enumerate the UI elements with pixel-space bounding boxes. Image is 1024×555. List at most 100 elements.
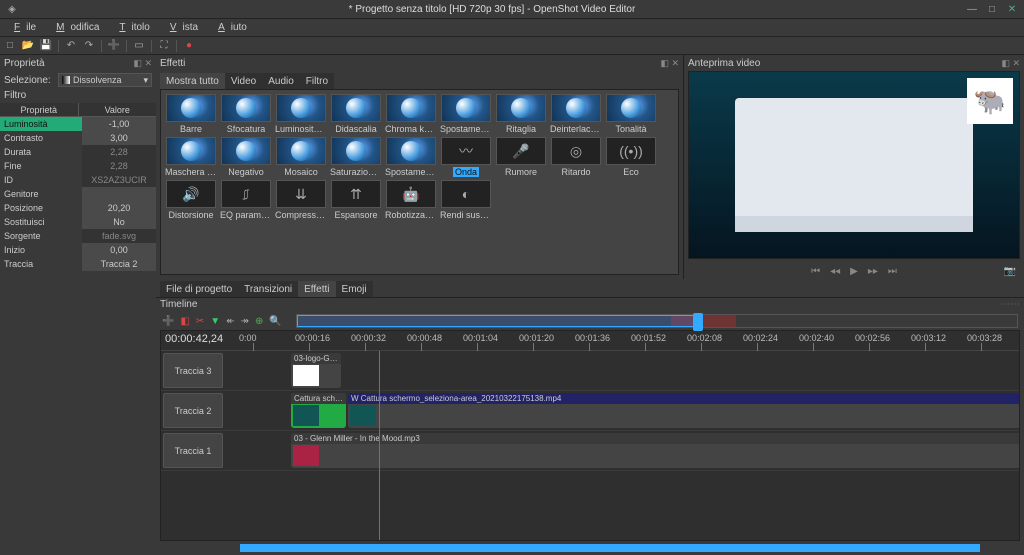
snapshot-button[interactable]: 📷 [1004, 266, 1016, 277]
property-value[interactable]: fade.svg [82, 229, 156, 243]
video-preview[interactable]: 🐃 [688, 71, 1020, 259]
property-row[interactable]: Durata2,28 [0, 145, 156, 159]
export-button[interactable]: ● [181, 39, 197, 53]
track-header[interactable]: Traccia 1 [163, 433, 223, 468]
effect-item[interactable]: Luminosità e... [275, 94, 327, 134]
property-value[interactable]: XS2AZ3UCIR [82, 173, 156, 187]
effects-tab[interactable]: Audio [262, 73, 300, 90]
maximize-button[interactable]: □ [985, 2, 999, 16]
property-value[interactable]: 2,28 [82, 159, 156, 173]
track-lane[interactable]: 03 - Glenn Miller - In the Mood.mp3 [225, 431, 1019, 470]
track-lane[interactable]: Cattura schermo_sW Cattura schermo_selez… [225, 391, 1019, 430]
project-tab[interactable]: Transizioni [238, 281, 298, 298]
effect-item[interactable]: Didascalia [330, 94, 382, 134]
step-forward-button[interactable]: ▸▸ [868, 266, 878, 277]
close-button[interactable]: ✕ [1005, 2, 1019, 16]
redo-button[interactable]: ↷ [81, 39, 97, 53]
effect-item[interactable]: Maschera pe... [165, 137, 217, 177]
zoom-in-button[interactable]: 🔍 [269, 316, 281, 327]
jump-start-button[interactable]: ⏮ [811, 266, 820, 277]
property-value[interactable]: -1,00 [82, 117, 156, 131]
center-playhead-button[interactable]: ⊕ [255, 316, 263, 327]
effect-item[interactable]: Saturazione ... [330, 137, 382, 177]
property-value[interactable] [82, 187, 156, 201]
fullscreen-button[interactable]: ⛶ [156, 39, 172, 53]
playhead[interactable] [379, 351, 380, 540]
track-lane[interactable]: 03-logo-GNU.png [225, 351, 1019, 390]
timeline-ruler[interactable]: 00:00:42,24 0:0000:00:1600:00:3200:00:48… [161, 331, 1019, 351]
track-header[interactable]: Traccia 3 [163, 353, 223, 388]
clip[interactable]: 03-logo-GNU.png [291, 353, 341, 388]
property-row[interactable]: Sostituisci immagineNo [0, 215, 156, 229]
timeline-overview-slider[interactable] [296, 314, 1018, 328]
new-project-button[interactable]: □ [2, 39, 18, 53]
save-project-button[interactable]: 💾 [38, 39, 54, 53]
clip[interactable]: W Cattura schermo_seleziona-area_2021032… [348, 393, 1019, 428]
open-project-button[interactable]: 📂 [20, 39, 36, 53]
effect-item[interactable]: ⇊Compressore [275, 180, 327, 220]
prev-marker-button[interactable]: ↞ [226, 316, 234, 327]
property-row[interactable]: Contrasto3,00 [0, 131, 156, 145]
col-value[interactable]: Valore [79, 103, 157, 116]
panel-dock-icons[interactable]: ◧ ✕ [660, 58, 679, 69]
selection-combo[interactable]: Dissolvenza ▾ [58, 73, 152, 87]
profile-button[interactable]: ▭ [131, 39, 147, 53]
horizontal-scrollbar[interactable] [240, 544, 980, 552]
menu-modifica[interactable]: Modifica [44, 20, 105, 35]
effect-item[interactable]: 🎤Rumore [495, 137, 547, 177]
next-marker-button[interactable]: ↠ [241, 316, 249, 327]
effect-item[interactable]: ((•))Eco [605, 137, 657, 177]
marker-button[interactable]: ▼ [210, 316, 220, 327]
effect-item[interactable]: Chroma key ... [385, 94, 437, 134]
effect-item[interactable]: ◎Ritardo [550, 137, 602, 177]
effect-item[interactable]: Deinterlaccia [550, 94, 602, 134]
clip[interactable]: Cattura schermo_s [291, 393, 346, 428]
effect-item[interactable]: Spostamento [385, 137, 437, 177]
property-row[interactable]: IDXS2AZ3UCIR [0, 173, 156, 187]
effects-tab[interactable]: Mostra tutto [160, 73, 225, 90]
effect-item[interactable]: Sfocatura [220, 94, 272, 134]
project-tab[interactable]: Effetti [298, 281, 335, 298]
effect-item[interactable]: ⇈Espansore [330, 180, 382, 220]
effect-item[interactable]: Negativo [220, 137, 272, 177]
col-name[interactable]: Proprietà [0, 103, 79, 116]
step-back-button[interactable]: ◂◂ [830, 266, 840, 277]
property-value[interactable]: 20,20 [82, 201, 156, 215]
effect-item[interactable]: Mosaico [275, 137, 327, 177]
property-row[interactable]: TracciaTraccia 2 [0, 257, 156, 271]
effects-tab[interactable]: Filtro [300, 73, 334, 90]
add-track-button[interactable]: ➕ [162, 316, 174, 327]
property-value[interactable]: No [82, 215, 156, 229]
property-row[interactable]: Luminosità-1,00 [0, 117, 156, 131]
razor-button[interactable]: ✂ [196, 316, 204, 327]
effect-item[interactable]: Barre [165, 94, 217, 134]
property-value[interactable]: 3,00 [82, 131, 156, 145]
clip[interactable]: 03 - Glenn Miller - In the Mood.mp3 [291, 433, 1019, 468]
property-row[interactable]: Genitore [0, 187, 156, 201]
app-menu-icon[interactable]: ◈ [5, 2, 19, 16]
play-button[interactable]: ▶ [850, 266, 858, 277]
menu-file[interactable]: File [2, 20, 42, 35]
property-value[interactable]: Traccia 2 [82, 257, 156, 271]
effect-item[interactable]: ◐Rendi sussurro [440, 180, 492, 220]
project-tab[interactable]: Emoji [336, 281, 373, 298]
property-row[interactable]: Sorgentefade.svg [0, 229, 156, 243]
effects-tab[interactable]: Video [225, 73, 262, 90]
menu-aiuto[interactable]: Aiuto [206, 20, 253, 35]
snap-button[interactable]: ◧ [180, 316, 189, 327]
menu-titolo[interactable]: Titolo [107, 20, 155, 35]
drag-handle-icon[interactable]: ⋯⋯ [1000, 298, 1020, 312]
effect-item[interactable]: 🔊Distorsione [165, 180, 217, 220]
project-tab[interactable]: File di progetto [160, 281, 238, 298]
minimize-button[interactable]: — [965, 2, 979, 16]
track-header[interactable]: Traccia 2 [163, 393, 223, 428]
effect-item[interactable]: Tonalità [605, 94, 657, 134]
effect-item[interactable]: 〰Onda [440, 137, 492, 177]
menu-vista[interactable]: Vista [158, 20, 204, 35]
effect-item[interactable]: Spostament... [440, 94, 492, 134]
panel-dock-icons[interactable]: ◧ ✕ [1001, 58, 1020, 69]
property-value[interactable]: 2,28 [82, 145, 156, 159]
jump-end-button[interactable]: ⏭ [888, 266, 897, 277]
import-files-button[interactable]: ➕ [106, 39, 122, 53]
property-value[interactable]: 0,00 [82, 243, 156, 257]
